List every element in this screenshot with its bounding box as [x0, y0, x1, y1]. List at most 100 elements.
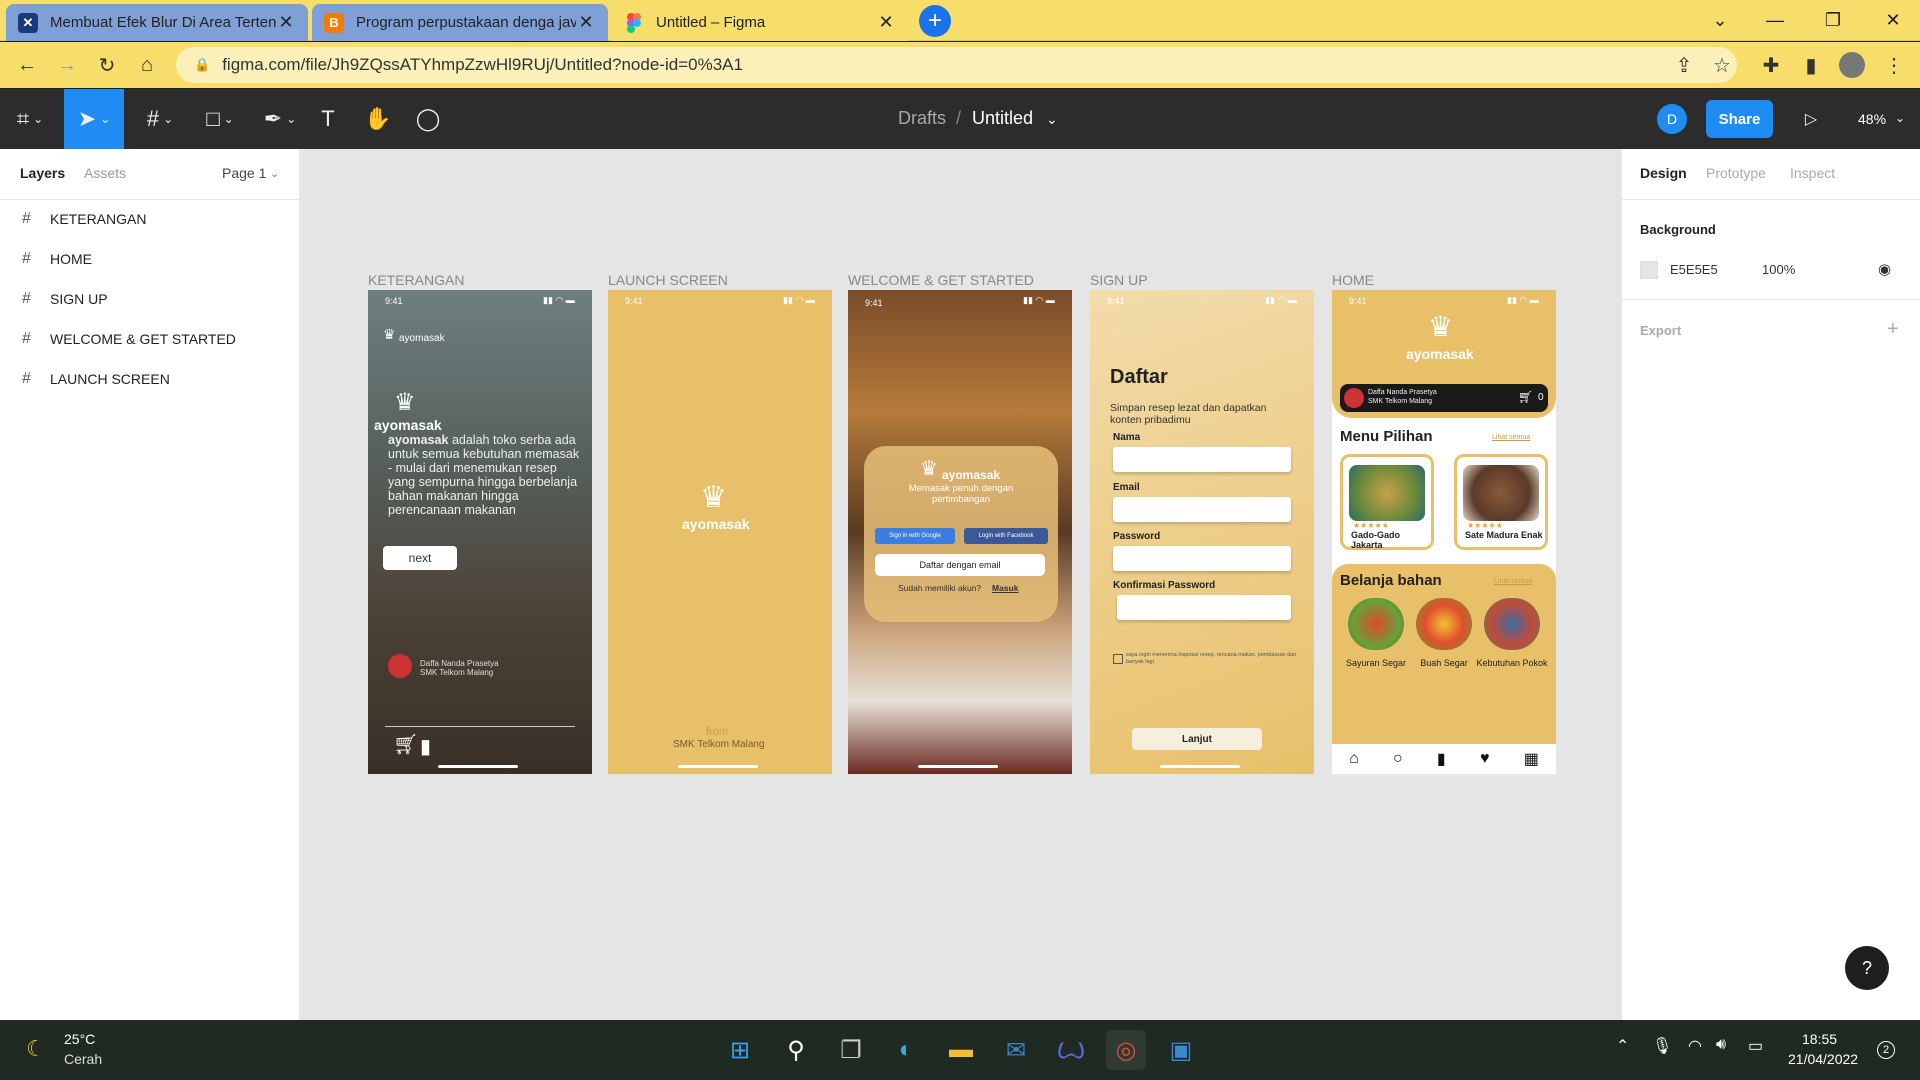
next-button[interactable]: next	[383, 546, 457, 570]
see-all-link[interactable]: Lihat semua	[1494, 578, 1532, 585]
google-signin-button[interactable]: Sign in with Google	[875, 528, 955, 544]
frame-launch-screen[interactable]: 9:41 ▮▮ ◠ ▬ ♛ ayomasak from SMK Telkom M…	[608, 290, 832, 774]
sidebar-icon[interactable]: ▮	[1797, 51, 1825, 79]
bookmark-star-icon[interactable]: ☆	[1708, 51, 1736, 79]
tab-search-icon[interactable]: ⌄	[1700, 6, 1740, 34]
chevron-down-icon[interactable]: ⌄	[270, 167, 279, 180]
figma-menu-icon[interactable]: ⌗ ⌄	[0, 89, 60, 149]
nama-field[interactable]	[1113, 447, 1291, 472]
weather-condition[interactable]: Cerah	[64, 1051, 102, 1067]
layer-item[interactable]: # LAUNCH SCREEN	[0, 359, 300, 399]
chrome-icon[interactable]: ◎	[1106, 1030, 1146, 1070]
tab-prototype[interactable]: Prototype	[1706, 165, 1766, 181]
url-bar[interactable]: 🔒 figma.com/file/Jh9ZQssATYhmpZzwHl9RUj/…	[176, 47, 1737, 83]
bookmark-icon[interactable]: ▮	[1437, 749, 1446, 769]
eye-icon[interactable]: ◉	[1878, 260, 1891, 278]
email-signup-button[interactable]: Daftar dengan email	[875, 554, 1045, 576]
shape-tool-icon[interactable]: □ ⌄	[192, 89, 248, 149]
task-view-icon[interactable]: ❐	[831, 1030, 871, 1070]
edge-icon[interactable]: ◐	[886, 1030, 926, 1070]
email-field[interactable]	[1113, 497, 1291, 522]
breadcrumb-drafts[interactable]: Drafts	[898, 108, 946, 129]
wifi-icon[interactable]: ◠	[1688, 1036, 1702, 1056]
windows-start-icon[interactable]: ⊞	[720, 1030, 760, 1070]
tab-layers[interactable]: Layers	[20, 165, 65, 181]
file-explorer-icon[interactable]: ▬	[941, 1030, 981, 1070]
move-tool-icon[interactable]: ➤ ⌄	[64, 89, 124, 149]
share-page-icon[interactable]: ⇪	[1670, 51, 1698, 79]
forward-icon[interactable]: →	[53, 51, 81, 79]
frame-label[interactable]: WELCOME & GET STARTED	[848, 272, 1034, 288]
reload-icon[interactable]: ↻	[93, 51, 121, 79]
zoom-level[interactable]: 48%	[1858, 111, 1886, 127]
home-icon[interactable]: ⌂	[1349, 750, 1359, 768]
search-icon[interactable]: ⚲	[776, 1030, 816, 1070]
background-hex[interactable]: E5E5E5	[1670, 262, 1718, 277]
page-selector[interactable]: Page 1	[222, 165, 266, 181]
frame-sign-up[interactable]: 9:41 ▮▮ ◠ ▬ Daftar Simpan resep lezat da…	[1090, 290, 1314, 774]
mail-icon[interactable]: ✉	[996, 1030, 1036, 1070]
new-tab-button[interactable]: +	[919, 5, 951, 37]
category-image[interactable]	[1348, 598, 1404, 650]
comment-tool-icon[interactable]: ◯	[408, 89, 448, 149]
extensions-icon[interactable]: ✚	[1757, 51, 1785, 79]
frame-label[interactable]: HOME	[1332, 272, 1374, 288]
see-all-link[interactable]: Lihat semua	[1492, 434, 1530, 441]
volume-icon[interactable]: 🔊︎	[1716, 1036, 1726, 1054]
present-play-icon[interactable]: ▷	[1796, 89, 1826, 149]
weather-temp[interactable]: 25°C	[64, 1031, 95, 1047]
help-button[interactable]: ?	[1845, 946, 1889, 990]
battery-icon[interactable]: ▭	[1748, 1036, 1763, 1056]
calculator-icon[interactable]: ▦	[1524, 749, 1539, 769]
design-canvas[interactable]: KETERANGAN LAUNCH SCREEN WELCOME & GET S…	[300, 149, 1621, 1020]
frame-tool-icon[interactable]: # ⌄	[132, 89, 188, 149]
newsletter-checkbox[interactable]	[1113, 654, 1123, 664]
close-tab-icon[interactable]: ✕	[576, 12, 596, 33]
frame-label[interactable]: SIGN UP	[1090, 272, 1148, 288]
facebook-login-button[interactable]: Login with Facebook	[964, 528, 1048, 544]
heart-icon[interactable]: ♥	[1480, 750, 1490, 768]
category-image[interactable]	[1484, 598, 1540, 650]
home-icon[interactable]: ⌂	[133, 51, 161, 79]
cart-icon[interactable]: 🛒︎	[1518, 390, 1533, 404]
layer-item[interactable]: # HOME	[0, 239, 300, 279]
add-export-icon[interactable]: +	[1887, 318, 1899, 341]
clock-time[interactable]: 18:55	[1802, 1031, 1837, 1047]
frame-welcome[interactable]: 9:41 ▮▮ ◠ ▬ ♛ ayomasak Memasak penuh den…	[848, 290, 1072, 774]
close-tab-icon[interactable]: ✕	[876, 12, 896, 33]
browser-tab-1[interactable]: ✕ Membuat Efek Blur Di Area Tertentu ✕	[6, 4, 308, 41]
menu-card[interactable]: ★★★★★ Gado-Gado Jakarta	[1340, 454, 1434, 550]
teams-icon[interactable]: Ꙍ	[1051, 1030, 1091, 1070]
menu-card[interactable]: ★★★★★ Sate Madura Enak	[1454, 454, 1548, 550]
clock-date[interactable]: 21/04/2022	[1788, 1051, 1858, 1067]
frame-keterangan[interactable]: 9:41 ▮▮ ◠ ▬ ♛ ayomasak ♛ ayomasak ayomas…	[368, 290, 592, 774]
frame-label[interactable]: KETERANGAN	[368, 272, 464, 288]
profile-avatar[interactable]	[1838, 51, 1866, 79]
pen-tool-icon[interactable]: ✒ ⌄	[252, 89, 308, 149]
continue-button[interactable]: Lanjut	[1132, 728, 1262, 750]
chevron-down-icon[interactable]: ⌄	[1046, 111, 1058, 128]
search-icon[interactable]: ○	[1393, 750, 1403, 768]
menu-icon[interactable]: ⋮	[1880, 51, 1908, 79]
frame-home[interactable]: 9:41 ▮▮ ◠ ▬ ♛ ayomasak Daffa Nanda Prase…	[1332, 290, 1556, 774]
close-window-icon[interactable]: ✕	[1873, 6, 1913, 34]
file-name[interactable]: Untitled	[972, 108, 1033, 129]
minimize-icon[interactable]: —	[1755, 6, 1795, 34]
restore-icon[interactable]: ❐	[1813, 6, 1853, 34]
microphone-icon[interactable]: 🎙︎	[1652, 1036, 1672, 1056]
notification-badge[interactable]: 2	[1877, 1041, 1895, 1059]
hand-tool-icon[interactable]: ✋	[358, 89, 398, 149]
password-field[interactable]	[1113, 546, 1291, 571]
user-avatar[interactable]: D	[1657, 104, 1687, 134]
browser-tab-3[interactable]: Untitled – Figma ✕	[612, 4, 908, 41]
show-hidden-icons[interactable]: ⌃	[1616, 1036, 1629, 1056]
background-swatch[interactable]	[1640, 261, 1658, 279]
text-tool-icon[interactable]: T	[308, 89, 348, 149]
category-image[interactable]	[1416, 598, 1472, 650]
background-opacity[interactable]: 100%	[1762, 262, 1795, 277]
login-link[interactable]: Masuk	[992, 583, 1018, 593]
layer-item[interactable]: # KETERANGAN	[0, 199, 300, 239]
tab-design[interactable]: Design	[1640, 165, 1687, 181]
photos-icon[interactable]: ▣	[1161, 1030, 1201, 1070]
confirm-password-field[interactable]	[1117, 595, 1291, 620]
